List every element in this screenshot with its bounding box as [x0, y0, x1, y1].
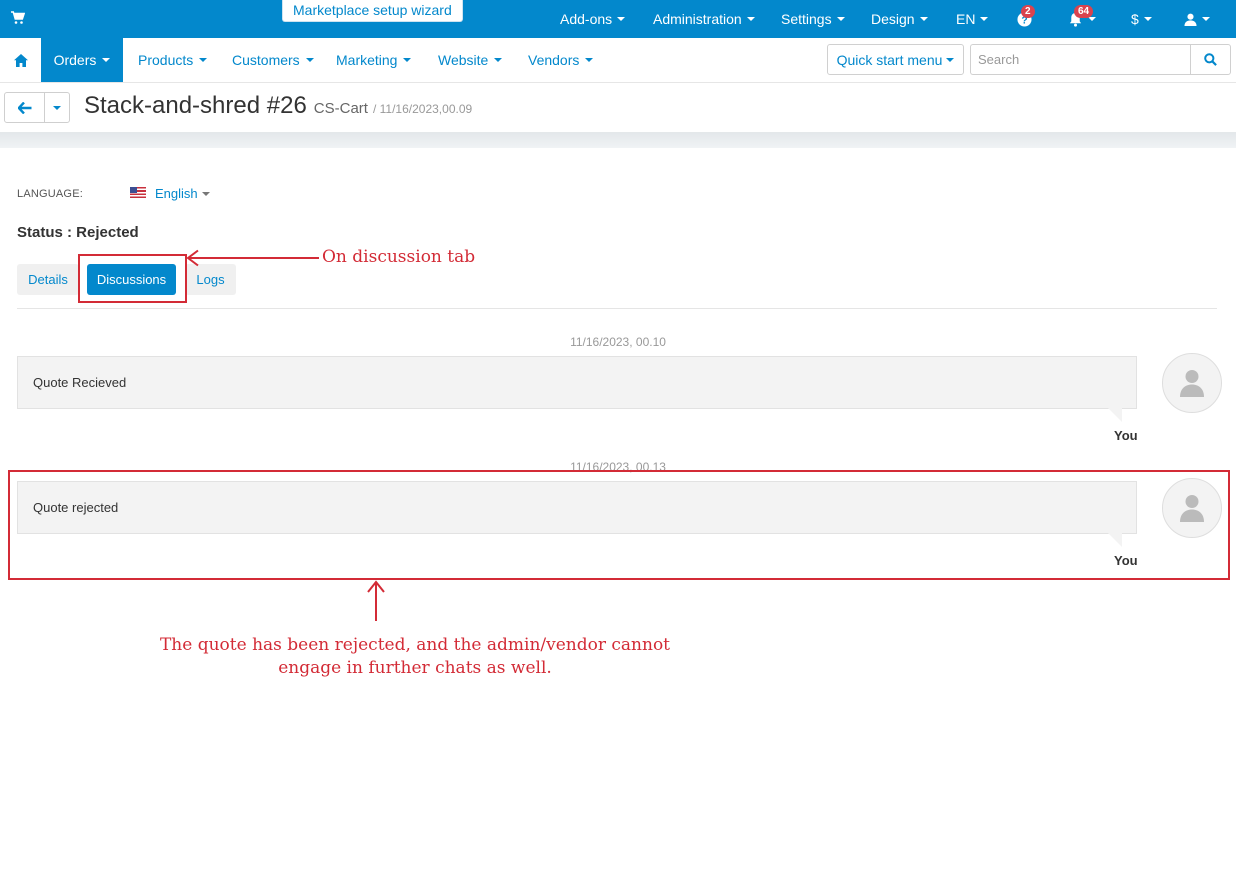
- chevron-down-icon: [1088, 17, 1096, 21]
- chevron-down-icon: [946, 57, 955, 62]
- currency-menu[interactable]: $: [1131, 0, 1152, 38]
- nav-orders-label: Orders: [53, 52, 97, 68]
- nav-website-label: Website: [438, 52, 489, 68]
- nav-marketing[interactable]: Marketing: [336, 38, 412, 82]
- status-text: Status : Rejected: [17, 224, 139, 241]
- discussions-tab-highlight: [78, 254, 187, 303]
- search-icon: [1204, 53, 1217, 66]
- arrow-left-icon: [186, 249, 319, 267]
- chevron-down-icon: [919, 17, 928, 21]
- menu-design-label: Design: [871, 11, 915, 27]
- currency-label: $: [1131, 11, 1139, 27]
- language-value: English: [155, 186, 198, 201]
- menu-addons-label: Add-ons: [560, 11, 613, 27]
- help-badge: 2: [1021, 5, 1035, 18]
- nav-orders[interactable]: Orders: [41, 38, 123, 82]
- chevron-down-icon: [980, 17, 989, 21]
- menu-language[interactable]: EN: [956, 0, 989, 38]
- back-button[interactable]: [4, 92, 45, 123]
- quick-start-label: Quick start menu: [836, 51, 943, 68]
- nav-website[interactable]: Website: [438, 38, 503, 82]
- home-icon: [13, 53, 28, 67]
- nav-vendors-label: Vendors: [528, 52, 580, 68]
- avatar: [1162, 353, 1222, 413]
- chevron-down-icon: [746, 17, 755, 21]
- menu-language-label: EN: [956, 11, 976, 27]
- main-nav: Orders Products Customers Marketing Webs…: [0, 38, 1236, 83]
- message-bubble: Quote Recieved: [17, 356, 1137, 409]
- menu-settings-label: Settings: [781, 11, 832, 27]
- menu-administration[interactable]: Administration: [653, 0, 755, 38]
- chevron-down-icon: [836, 17, 845, 21]
- menu-settings[interactable]: Settings: [781, 0, 845, 38]
- chevron-down-icon: [305, 58, 314, 62]
- nav-products-label: Products: [138, 52, 194, 68]
- page-title-main: Stack-and-shred #26: [84, 92, 307, 119]
- search-input[interactable]: [970, 44, 1191, 75]
- quick-start-menu-button[interactable]: Quick start menu: [827, 44, 964, 75]
- user-icon: [1184, 13, 1197, 26]
- chevron-down-icon: [1202, 17, 1210, 21]
- divider: [0, 132, 1236, 148]
- cart-icon[interactable]: [11, 11, 27, 27]
- us-flag-icon: [130, 187, 146, 198]
- tab-details[interactable]: Details: [17, 264, 79, 295]
- tabs-divider: [17, 308, 1217, 309]
- chevron-down-icon: [53, 105, 61, 110]
- page-title-company: CS-Cart: [313, 100, 368, 117]
- message-text: Quote Recieved: [33, 375, 127, 390]
- chevron-down-icon: [102, 58, 111, 62]
- tab-logs[interactable]: Logs: [185, 264, 236, 295]
- top-bar: Marketplace setup wizard Add-ons Adminis…: [0, 0, 1236, 38]
- chevron-down-icon: [201, 191, 210, 196]
- page-title-date: / 11/16/2023,00.09: [372, 102, 473, 116]
- annotation-tab-note: On discussion tab: [322, 247, 476, 267]
- message-highlight: [8, 470, 1230, 580]
- message-bubble-tail: [1108, 408, 1122, 422]
- arrow-up-icon: [367, 580, 385, 621]
- chevron-down-icon: [403, 58, 412, 62]
- menu-administration-label: Administration: [653, 11, 742, 27]
- user-avatar-icon: [1180, 370, 1204, 397]
- back-dropdown-button[interactable]: [44, 92, 70, 123]
- chevron-down-icon: [617, 17, 626, 21]
- menu-addons[interactable]: Add-ons: [560, 0, 626, 38]
- message-date: 11/16/2023, 00.10: [570, 335, 666, 349]
- language-selector[interactable]: English: [155, 186, 210, 201]
- chevron-down-icon: [494, 58, 503, 62]
- chevron-down-icon: [1143, 17, 1152, 21]
- user-menu[interactable]: [1184, 0, 1210, 38]
- chevron-down-icon: [199, 58, 208, 62]
- nav-customers-label: Customers: [232, 52, 300, 68]
- language-label: LANGUAGE:: [17, 188, 83, 200]
- chevron-down-icon: [585, 58, 594, 62]
- message-author: You: [1114, 428, 1138, 443]
- search-button[interactable]: [1190, 44, 1231, 75]
- menu-design[interactable]: Design: [871, 0, 928, 38]
- nav-vendors[interactable]: Vendors: [528, 38, 594, 82]
- nav-marketing-label: Marketing: [336, 52, 398, 68]
- nav-customers[interactable]: Customers: [232, 38, 314, 82]
- annotation-message-note: The quote has been rejected, and the adm…: [159, 635, 671, 678]
- marketplace-setup-wizard-button[interactable]: Marketplace setup wizard: [282, 0, 463, 22]
- nav-products[interactable]: Products: [138, 38, 208, 82]
- home-button[interactable]: [0, 38, 41, 82]
- notifications-badge: 64: [1074, 5, 1094, 18]
- arrow-left-icon: [17, 101, 31, 114]
- page-title: Stack-and-shred #26 CS-Cart / 11/16/2023…: [84, 92, 472, 122]
